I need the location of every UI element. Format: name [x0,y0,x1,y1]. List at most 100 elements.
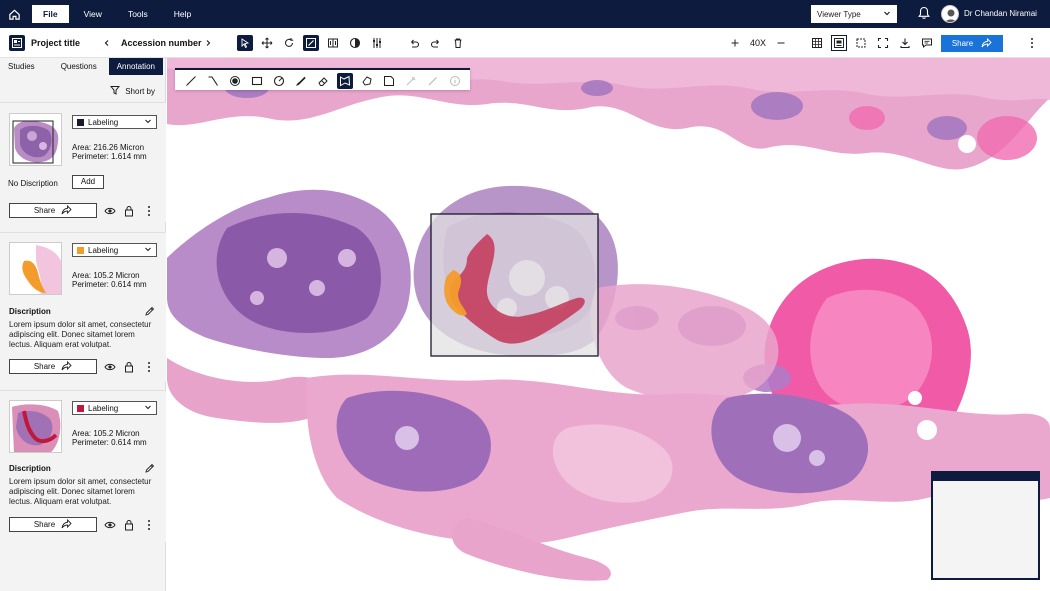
compare-icon[interactable] [325,35,341,51]
sort-by-button[interactable]: Short by [110,85,155,97]
smart-brush-tool-icon[interactable] [403,73,419,89]
card-share-label: Share [33,206,56,215]
point-tool-icon[interactable] [227,73,243,89]
slide-viewer[interactable] [167,58,1050,591]
lasso-tool-icon[interactable] [359,73,375,89]
circle-tool-icon[interactable] [271,73,287,89]
smart-pen-tool-icon[interactable] [425,73,441,89]
polyline-tool-icon[interactable] [205,73,221,89]
contrast-icon[interactable] [347,35,363,51]
info-icon[interactable] [447,73,463,89]
avatar[interactable] [941,5,959,23]
minimap-header [933,473,1038,481]
minimap[interactable] [931,471,1040,580]
menu-view[interactable]: View [73,5,113,23]
annotation-perimeter: Perimeter: 0.614 mm [72,438,147,447]
filter-icon [110,85,121,97]
viewer-type-select[interactable]: Viewer Type [811,5,897,23]
tab-annotation[interactable]: Annotation [108,58,163,75]
annotation-thumbnail[interactable] [9,242,62,295]
trash-icon[interactable] [450,35,466,51]
description-heading: Discription [9,464,51,473]
share-icon [61,204,72,217]
rectangle-tool-icon[interactable] [249,73,265,89]
annotation-card: Labeling Area: 216.26 Micron Perimeter: … [0,102,166,222]
card-share-button[interactable]: Share [9,203,97,218]
label-select[interactable]: Labeling [72,243,157,257]
home-icon[interactable] [0,0,28,28]
user-name: Dr Chandan Niramai [964,9,1037,18]
annotation-thumbnail[interactable] [9,113,62,166]
tab-questions[interactable]: Questions [53,58,105,75]
edit-pencil-icon[interactable] [143,462,155,474]
crop-select-icon[interactable] [853,35,869,51]
project-title: Project title [31,38,81,48]
viewer-type-label: Viewer Type [817,9,861,19]
lock-icon[interactable] [123,205,135,217]
label-select-value: Labeling [88,403,119,413]
zoom-in-icon[interactable] [727,35,743,51]
menu-file[interactable]: File [32,5,69,23]
menu-tools[interactable]: Tools [117,5,159,23]
menu-help[interactable]: Help [163,5,202,23]
more-vertical-icon[interactable] [143,205,155,217]
annotate-icon[interactable] [303,35,319,51]
chevron-down-icon [144,245,152,255]
sort-by-label: Short by [125,86,155,96]
freehand-region-tool-icon[interactable] [337,73,353,89]
select-pointer-icon[interactable] [237,35,253,51]
share-button[interactable]: Share [941,35,1003,52]
more-vertical-icon[interactable] [143,361,155,373]
description-heading: Discription [9,307,51,316]
annotation-perimeter: Perimeter: 0.614 mm [72,280,147,289]
download-icon[interactable] [897,35,913,51]
label-select[interactable]: Labeling [72,115,157,129]
annotation-perimeter: Perimeter: 1.614 mm [72,152,147,161]
notification-bell-icon[interactable] [918,6,930,22]
no-description-text: No Discription [8,179,58,188]
comment-icon[interactable] [919,35,935,51]
chevron-right-icon[interactable] [200,35,216,51]
pan-move-icon[interactable] [259,35,275,51]
tab-studies[interactable]: Studies [0,58,43,75]
label-select-value: Labeling [88,117,119,127]
annotation-description: Lorem ipsum dolor sit amet, consectetur … [9,477,152,506]
label-color-swatch [77,246,84,254]
slide-view-icon[interactable] [831,35,847,51]
chevron-left-icon[interactable] [99,35,115,51]
zoom-out-icon[interactable] [773,35,789,51]
share-icon [61,360,72,373]
tissue-slide-image[interactable] [167,58,1050,591]
lock-icon[interactable] [123,361,135,373]
lock-icon[interactable] [123,519,135,531]
menu-bar: File View Tools Help Viewer Type Dr Chan… [0,0,1050,28]
fullscreen-icon[interactable] [875,35,891,51]
drawing-tool-strip [175,68,470,90]
visibility-eye-icon[interactable] [104,361,116,373]
sidebar-tabs: Studies Questions Annotation [0,58,166,76]
share-button-label: Share [951,39,974,48]
card-share-label: Share [33,520,56,529]
annotation-thumbnail[interactable] [9,400,62,453]
card-share-button[interactable]: Share [9,517,97,532]
label-select[interactable]: Labeling [72,401,157,415]
add-description-button[interactable]: Add [72,175,104,189]
redo-icon[interactable] [428,35,444,51]
project-icon[interactable] [9,35,25,51]
grid-view-icon[interactable] [809,35,825,51]
accession-number: Accession number [121,38,202,48]
visibility-eye-icon[interactable] [104,205,116,217]
visibility-eye-icon[interactable] [104,519,116,531]
polygon-tool-icon[interactable] [381,73,397,89]
rotate-icon[interactable] [281,35,297,51]
more-vertical-icon[interactable] [1024,35,1040,51]
more-vertical-icon[interactable] [143,519,155,531]
line-tool-icon[interactable] [183,73,199,89]
brush-tool-icon[interactable] [293,73,309,89]
eraser-tool-icon[interactable] [315,73,331,89]
card-share-button[interactable]: Share [9,359,97,374]
label-color-swatch [77,118,84,126]
undo-icon[interactable] [406,35,422,51]
edit-pencil-icon[interactable] [143,305,155,317]
adjust-sliders-icon[interactable] [369,35,385,51]
